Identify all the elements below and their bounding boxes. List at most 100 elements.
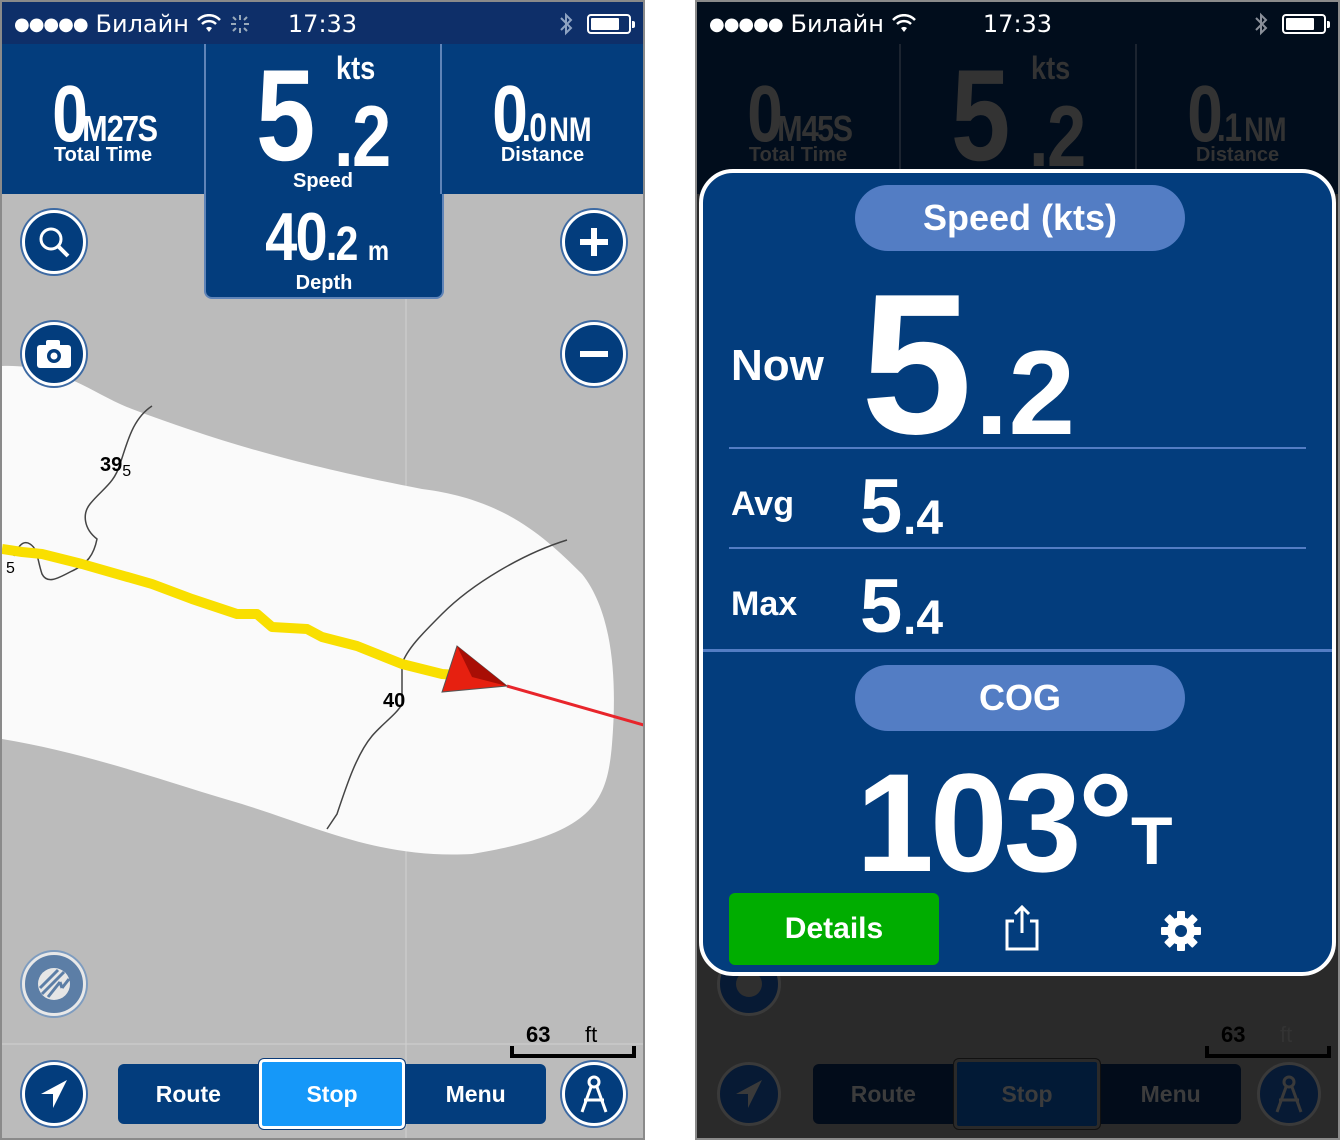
time-seconds-unit: S — [832, 108, 853, 149]
layers-icon — [38, 968, 71, 1000]
layers-button[interactable] — [22, 952, 86, 1016]
total-time-cell[interactable]: 0 M 27 S Total Time — [2, 44, 204, 194]
speed-decimal: .2 — [334, 89, 391, 185]
measure-icon — [1275, 1075, 1303, 1113]
navigate-icon — [736, 1080, 762, 1108]
measure-button-dimmed — [1257, 1062, 1321, 1126]
route-button[interactable]: Route — [118, 1064, 259, 1124]
speed-integer: 5 — [951, 42, 1010, 188]
now-speed-decimal: .2 — [975, 326, 1076, 460]
time-seconds-unit: S — [137, 108, 158, 149]
avg-speed-decimal: .4 — [903, 492, 944, 545]
speed-decimal: .2 — [1029, 89, 1086, 185]
clock: 17:33 — [287, 10, 358, 38]
battery-icon — [1282, 14, 1330, 34]
distance-decimal: .0 — [521, 106, 547, 150]
scale-bar: 63 ft — [510, 1020, 636, 1058]
zoom-in-icon — [580, 228, 608, 256]
phone-screen-map: 395 40 5 ●●●●● Билайн 17:33 0 M 27 S Tot… — [0, 0, 645, 1140]
contour-label: 395 — [100, 454, 131, 481]
avg-label: Avg — [731, 485, 794, 523]
scale-value: 63 — [1221, 1022, 1246, 1047]
contour-label-sub: 5 — [122, 463, 132, 480]
share-button[interactable] — [999, 903, 1045, 953]
share-icon — [1005, 904, 1039, 951]
divider — [729, 547, 1306, 549]
speed-integer: 5 — [256, 42, 315, 188]
speed-title-pill[interactable]: Speed (kts) — [855, 185, 1185, 251]
time-seconds: 27 — [106, 108, 139, 149]
settings-button[interactable] — [1159, 909, 1203, 953]
max-speed-integer: 5 — [860, 564, 903, 649]
distance-label: Distance — [1195, 144, 1280, 166]
details-button[interactable]: Details — [729, 893, 939, 965]
scale-bar: 63 ft — [1205, 1020, 1331, 1058]
time-minutes-unit: M — [82, 108, 108, 149]
navigate-button[interactable] — [22, 1062, 86, 1126]
now-speed-integer: 5 — [861, 253, 972, 476]
zoom-out-icon — [580, 351, 608, 357]
status-bar: ●●●●● Билайн 17:33 — [2, 2, 643, 44]
speed-unit: kts — [1031, 50, 1071, 86]
stop-button[interactable]: Stop — [258, 1059, 406, 1129]
menu-button: Menu — [1140, 1080, 1201, 1107]
scale-bracket — [1205, 1046, 1331, 1058]
status-bar: ●●●●● Билайн 17:33 — [697, 2, 1338, 44]
speed-unit: kts — [336, 50, 376, 86]
depth-value: 40.2 — [264, 198, 358, 276]
search-icon — [39, 227, 70, 258]
bottom-segmented-control-dimmed: Route Stop Menu — [813, 1059, 1241, 1129]
avg-speed-integer: 5 — [860, 464, 903, 549]
distance-decimal: .1 — [1216, 106, 1242, 150]
speed-cell[interactable]: 5 .2 kts Speed — [204, 44, 442, 194]
navigate-button-dimmed — [717, 1062, 781, 1126]
time-minutes-unit: M — [777, 108, 803, 149]
scale-bracket — [510, 1046, 636, 1058]
bottom-segmented-control: Route Stop Menu — [118, 1059, 546, 1129]
time-minutes: 0 — [746, 69, 783, 158]
cog-unit: T — [1131, 803, 1173, 879]
depth-integer: 40 — [264, 199, 328, 275]
time-minutes: 0 — [51, 69, 88, 158]
measure-icon — [580, 1075, 608, 1113]
scale-unit: ft — [585, 1022, 598, 1047]
zoom-in-button[interactable] — [562, 210, 626, 274]
bluetooth-icon — [1255, 12, 1268, 36]
measure-button[interactable] — [562, 1062, 626, 1126]
phone-screen-speed-panel: ●●●●● Билайн 17:33 0 M 45 S Total Time 5… — [695, 0, 1340, 1140]
max-speed-decimal: .4 — [903, 592, 944, 645]
section-divider — [703, 649, 1332, 652]
navigate-icon — [41, 1080, 67, 1108]
cog-value: 103° — [856, 744, 1134, 901]
depth-label: Depth — [295, 272, 353, 294]
divider — [729, 447, 1306, 449]
contour-label-text: 39 — [100, 454, 123, 476]
zoom-out-button[interactable] — [562, 322, 626, 386]
depth-unit: m — [368, 235, 390, 266]
menu-button[interactable]: Menu — [405, 1064, 546, 1124]
distance-label: Distance — [500, 144, 585, 166]
depth-decimal: .2 — [325, 218, 358, 271]
stop-button: Stop — [953, 1059, 1101, 1129]
camera-icon — [37, 340, 71, 368]
battery-icon — [587, 14, 635, 34]
total-time-label: Total Time — [748, 144, 848, 166]
now-label: Now — [731, 341, 824, 390]
clock: 17:33 — [982, 10, 1053, 38]
speed-cog-panel: Speed (kts) Now 5 .2 Avg 5 .4 Max 5 .4 C… — [699, 169, 1336, 976]
camera-button[interactable] — [22, 322, 86, 386]
total-time-label: Total Time — [53, 144, 153, 166]
instrument-bar: 0 M 27 S Total Time 5 .2 kts Speed 0 .0 … — [2, 44, 643, 194]
time-seconds: 45 — [801, 108, 834, 149]
distance-cell[interactable]: 0 .0 NM Distance — [442, 44, 643, 194]
gear-icon — [1161, 911, 1201, 951]
depth-cell[interactable]: 40.2 m Depth — [204, 194, 444, 299]
scale-value: 63 — [526, 1022, 551, 1047]
cog-title-pill[interactable]: COG — [855, 665, 1185, 731]
search-button[interactable] — [22, 210, 86, 274]
scale-unit: ft — [1280, 1022, 1293, 1047]
bluetooth-icon — [560, 12, 573, 36]
max-label: Max — [731, 585, 798, 623]
contour-label: 40 — [383, 690, 406, 712]
route-button: Route — [850, 1080, 916, 1107]
